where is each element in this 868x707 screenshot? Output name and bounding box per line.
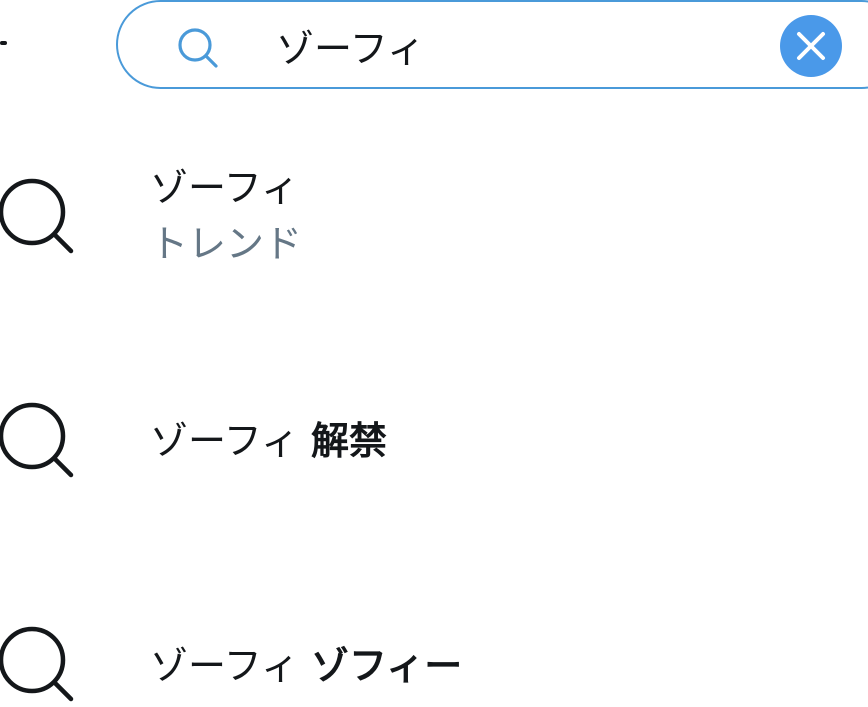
suggestion-completion: ゾフィー <box>311 644 463 688</box>
search-icon <box>0 178 74 254</box>
suggestion-query: ゾーフィ ゾフィー <box>150 647 462 685</box>
search-page: ゾーフィ トレンド ゾーフィ 解禁 ゾーフィ ゾフィー <box>0 0 868 707</box>
suggestion-query-text: ゾーフィ <box>150 644 312 688</box>
suggestion-item[interactable]: ゾーフィ 解禁 <box>0 390 868 490</box>
back-arrow-icon[interactable] <box>0 41 7 45</box>
suggestion-query: ゾーフィ <box>150 169 299 207</box>
search-icon <box>178 28 218 68</box>
suggestion-subtitle: トレンド <box>150 222 303 266</box>
suggestion-item[interactable]: ゾーフィ ゾフィー <box>0 614 868 707</box>
suggestion-query-text: ゾーフィ <box>150 419 312 463</box>
suggestion-query: ゾーフィ 解禁 <box>150 422 387 460</box>
search-icon <box>0 402 74 478</box>
search-bar[interactable] <box>116 0 868 89</box>
search-icon <box>0 626 74 702</box>
suggestion-item[interactable]: ゾーフィ トレンド <box>0 160 868 270</box>
suggestion-query-text: ゾーフィ <box>150 166 299 210</box>
suggestion-completion: 解禁 <box>311 419 388 463</box>
clear-search-button[interactable] <box>780 15 842 77</box>
search-input[interactable] <box>276 16 756 74</box>
close-icon <box>797 32 825 60</box>
